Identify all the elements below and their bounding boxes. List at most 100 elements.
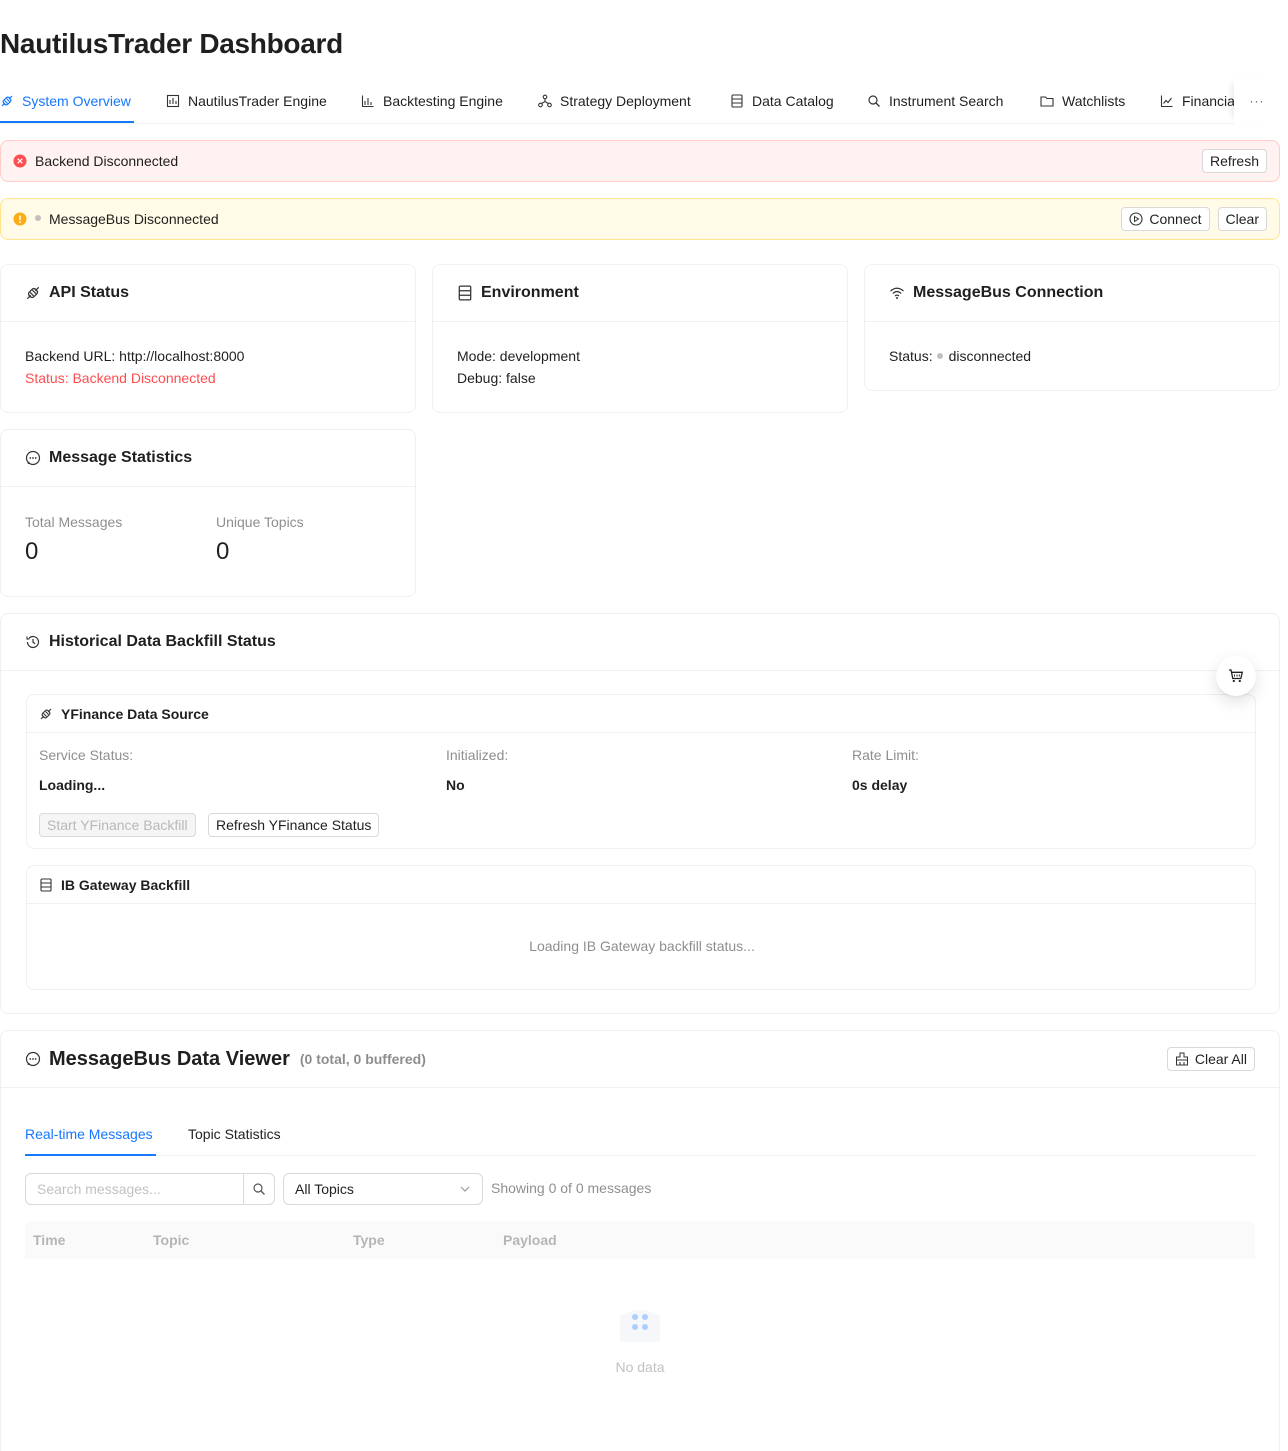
shopping-cart-icon (1228, 668, 1244, 684)
float-cart-button[interactable] (1216, 656, 1256, 696)
column-header[interactable]: Type (353, 1221, 385, 1259)
service-status-value: Loading... (39, 777, 106, 793)
page-title: NautilusTrader Dashboard (0, 28, 343, 59)
tab-label: Backtesting Engine (383, 93, 503, 109)
stat-label: Unique Topics (216, 514, 304, 530)
database-icon (39, 877, 53, 892)
card-header: Message Statistics (1, 430, 415, 487)
showing-count: Showing 0 of 0 messages (491, 1180, 652, 1196)
ib-gateway-loading-text: Loading IB Gateway backfill status... (529, 938, 755, 954)
search-button[interactable] (243, 1173, 275, 1205)
start-yfinance-backfill-button[interactable]: Start YFinance Backfill (39, 813, 196, 837)
wifi-icon (889, 285, 905, 301)
api-icon (39, 707, 53, 721)
messages-table-header: Time Topic Type Payload (25, 1221, 1255, 1259)
tab-watchlists[interactable]: Watchlists (1040, 78, 1125, 124)
alert-message: Backend Disconnected (35, 153, 179, 169)
history-icon (25, 634, 41, 650)
card-title: Message Statistics (49, 449, 193, 466)
backend-alert: Backend Disconnected Refresh (0, 140, 1280, 182)
folder-icon (1040, 94, 1054, 108)
message-icon (25, 1051, 41, 1067)
messagebus-connection-card: MessageBus Connection Status: disconnecte… (864, 264, 1280, 391)
database-icon (457, 285, 473, 301)
deployment-icon (538, 94, 552, 108)
tab-real-time-messages[interactable]: Real-time Messages (25, 1112, 153, 1156)
search-icon (252, 1182, 266, 1196)
message-statistics-card: Message Statistics Total Messages 0 Uniq… (0, 429, 416, 597)
card-title: MessageBus Connection (913, 284, 1104, 301)
alert-message: MessageBus Disconnected (49, 211, 219, 227)
api-status-card: API Status Backend URL: http://localhost… (0, 264, 416, 413)
environment-card: Environment Mode: development Debug: fal… (432, 264, 848, 413)
topic-select-value: All Topics (295, 1181, 354, 1197)
empty-text: No data (615, 1359, 665, 1375)
empty-data-icon (616, 1306, 664, 1346)
tab-strategy-deployment[interactable]: Strategy Deployment (538, 78, 691, 124)
tab-backtesting-engine[interactable]: Backtesting Engine (361, 78, 503, 124)
search-input[interactable] (25, 1173, 244, 1205)
card-header: MessageBus Data Viewer (0 total, 0 buffe… (1, 1031, 1279, 1088)
chevron-down-icon (459, 1183, 471, 1195)
more-tabs-button[interactable]: ··· (1234, 78, 1280, 124)
clear-icon (1175, 1052, 1189, 1066)
ib-gateway-card: IB Gateway Backfill Loading IB Gateway b… (26, 865, 1256, 990)
topic-select[interactable]: All Topics (283, 1173, 483, 1205)
status-value: disconnected (948, 348, 1032, 364)
column-header[interactable]: Topic (153, 1221, 189, 1259)
rate-limit-value: 0s delay (852, 777, 908, 793)
tab-topic-statistics[interactable]: Topic Statistics (188, 1112, 281, 1156)
status-label: Status: (889, 348, 933, 364)
tab-data-catalog[interactable]: Data Catalog (730, 78, 834, 124)
connect-label: Connect (1149, 211, 1202, 227)
close-circle-icon (13, 154, 27, 168)
messagebus-alert: MessageBus Disconnected Connect Clear (0, 198, 1280, 240)
tab-label: Watchlists (1062, 93, 1126, 109)
initialized-value: No (446, 777, 465, 793)
status-dot (35, 215, 41, 221)
environment-debug: Debug: false (457, 370, 536, 386)
exclamation-circle-icon (13, 212, 27, 226)
clear-all-button[interactable]: Clear All (1166, 1047, 1255, 1071)
column-header[interactable]: Payload (503, 1221, 557, 1259)
card-title: Environment (481, 284, 579, 301)
tab-label: Strategy Deployment (560, 93, 691, 109)
refresh-yfinance-status-button[interactable]: Refresh YFinance Status (208, 813, 380, 837)
clear-all-label: Clear All (1194, 1051, 1247, 1067)
tab-label: Data Catalog (752, 93, 834, 109)
tab-financia[interactable]: Financia (1160, 78, 1234, 124)
ellipsis-icon: ··· (1249, 94, 1265, 108)
yfinance-card: YFinance Data Source Service Status: Loa… (26, 694, 1256, 849)
backend-url: Backend URL: http://localhost:8000 (25, 348, 245, 364)
stat-value: 0 (216, 538, 230, 565)
card-header: Environment (433, 265, 847, 322)
card-title: MessageBus Data Viewer (49, 1047, 290, 1070)
tab-instrument-search[interactable]: Instrument Search (867, 78, 1003, 124)
search-icon (867, 94, 881, 108)
tab-system-overview[interactable]: System Overview (0, 78, 131, 124)
active-tab-indicator (0, 121, 134, 123)
viewer-tabs: Real-time Messages Topic Statistics (25, 1112, 1255, 1156)
tab-label: Instrument Search (889, 93, 1004, 109)
tab-label: NautilusTrader Engine (188, 93, 327, 109)
message-icon (25, 450, 41, 466)
inner-card-title: YFinance Data Source (61, 705, 209, 722)
total-messages-stat: Total Messages 0 (25, 511, 122, 564)
card-title: Historical Data Backfill Status (49, 633, 276, 650)
initialized-label: Initialized: (446, 747, 509, 763)
tab-label: System Overview (22, 93, 131, 109)
unique-topics-stat: Unique Topics 0 (216, 511, 304, 565)
status-dot (936, 353, 943, 360)
play-circle-icon (1129, 212, 1143, 226)
column-header[interactable]: Time (33, 1221, 65, 1259)
tab-nautilustrader-engine[interactable]: NautilusTrader Engine (166, 78, 327, 124)
backend-status: Status: Backend Disconnected (25, 370, 216, 386)
tab-label: Financia (1182, 93, 1234, 109)
refresh-button[interactable]: Refresh (1201, 149, 1267, 173)
line-chart-icon (1160, 94, 1174, 108)
service-status-label: Service Status: (39, 747, 134, 763)
clear-button[interactable]: Clear (1217, 207, 1267, 231)
active-tab-indicator (25, 1154, 156, 1156)
connect-button[interactable]: Connect (1121, 207, 1210, 231)
backfill-status-card: Historical Data Backfill Status YFinance… (0, 613, 1280, 1014)
